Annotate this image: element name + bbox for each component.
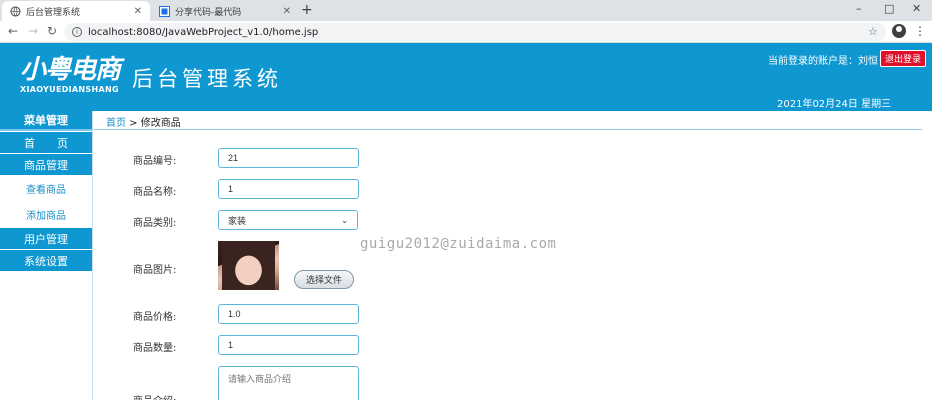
product-image-label: 商品图片: (133, 265, 177, 276)
new-tab-button[interactable]: + (301, 2, 313, 18)
maximize-button[interactable]: □ (884, 2, 894, 15)
breadcrumb-divider (94, 129, 922, 130)
breadcrumb-separator: > (126, 118, 141, 129)
product-intro-textarea[interactable] (218, 366, 359, 400)
logo-text: 小粤电商 (20, 55, 121, 85)
site-favicon-icon (159, 5, 170, 17)
reload-icon[interactable]: ↻ (47, 24, 57, 38)
logout-button[interactable]: 退出登录 (880, 50, 926, 67)
watermark-text: guigu2012@zuidaima.com (360, 236, 557, 252)
site-title: 后台管理系统 (132, 67, 282, 91)
sidebar-subitem-view-products[interactable]: 查看商品 (0, 175, 92, 201)
tab-title: 分享代码-最代码 (175, 7, 242, 18)
logo: 小粤电商 XIAOYUEDIANSHANG (20, 55, 121, 94)
breadcrumb-current: 修改商品 (140, 118, 181, 129)
back-icon[interactable]: ← (8, 24, 18, 38)
info-icon[interactable]: i (72, 27, 82, 37)
menu-kebab-icon[interactable]: ⋮ (914, 24, 926, 38)
product-price-label: 商品价格: (133, 312, 177, 323)
product-intro-label: 商品介绍: (133, 392, 176, 400)
tab-title: 后台管理系统 (26, 7, 81, 18)
browser-tab[interactable]: 分享代码-最代码 ✕ (151, 1, 299, 21)
product-quantity-label: 商品数量: (133, 343, 177, 354)
choose-file-button[interactable]: 选择文件 (294, 270, 354, 289)
sidebar: 菜单管理 首 页 商品管理 查看商品 添加商品 用户管理 系统设置 (0, 111, 93, 400)
address-bar[interactable]: i localhost:8080/JavaWebProject_v1.0/hom… (64, 23, 886, 41)
bookmark-star-icon[interactable]: ☆ (868, 25, 878, 38)
product-name-label: 商品名称: (133, 187, 177, 198)
sidebar-item-users[interactable]: 用户管理 (0, 227, 92, 249)
sidebar-heading: 菜单管理 (0, 111, 92, 131)
browser-tab-strip: 后台管理系统 ✕ 分享代码-最代码 ✕ + – □ ✕ (0, 0, 932, 21)
product-price-input[interactable] (218, 304, 359, 324)
datetime-text: 2021年02月24日 星期三 19:12:17 (777, 99, 892, 121)
minimize-button[interactable]: – (856, 2, 862, 15)
site-header: 小粤电商 XIAOYUEDIANSHANG 后台管理系统 当前登录的账户是：刘恒… (0, 43, 932, 121)
breadcrumb: 首页 > 修改商品 (106, 114, 181, 129)
product-id-label: 商品编号: (133, 156, 177, 167)
browser-toolbar: ← → ↻ i localhost:8080/JavaWebProject_v1… (0, 21, 932, 43)
sidebar-item-products[interactable]: 商品管理 (0, 153, 92, 175)
product-category-select[interactable]: 家装 ⌄ (218, 210, 358, 230)
current-user-text: 当前登录的账户是：刘恒 (768, 56, 878, 67)
category-selected-value: 家装 (228, 216, 247, 227)
product-quantity-input[interactable] (218, 335, 359, 355)
close-tab-icon[interactable]: ✕ (283, 6, 291, 17)
product-name-input[interactable] (218, 179, 359, 199)
breadcrumb-home-link[interactable]: 首页 (106, 118, 126, 129)
product-image-thumbnail (218, 241, 279, 290)
profile-avatar-icon[interactable] (892, 24, 906, 38)
chevron-down-icon: ⌄ (341, 215, 348, 225)
product-category-label: 商品类别: (133, 218, 177, 229)
sidebar-subitem-add-product[interactable]: 添加商品 (0, 201, 92, 227)
product-id-input[interactable] (218, 148, 359, 168)
close-tab-icon[interactable]: ✕ (134, 6, 142, 17)
logo-subtitle: XIAOYUEDIANSHANG (20, 85, 119, 94)
close-window-button[interactable]: ✕ (912, 2, 921, 15)
globe-icon (10, 5, 21, 17)
forward-icon[interactable]: → (28, 24, 38, 38)
sidebar-item-settings[interactable]: 系统设置 (0, 249, 92, 271)
browser-tab-active[interactable]: 后台管理系统 ✕ (2, 1, 150, 21)
sidebar-item-home[interactable]: 首 页 (0, 131, 92, 153)
url-text: localhost:8080/JavaWebProject_v1.0/home.… (88, 26, 319, 38)
